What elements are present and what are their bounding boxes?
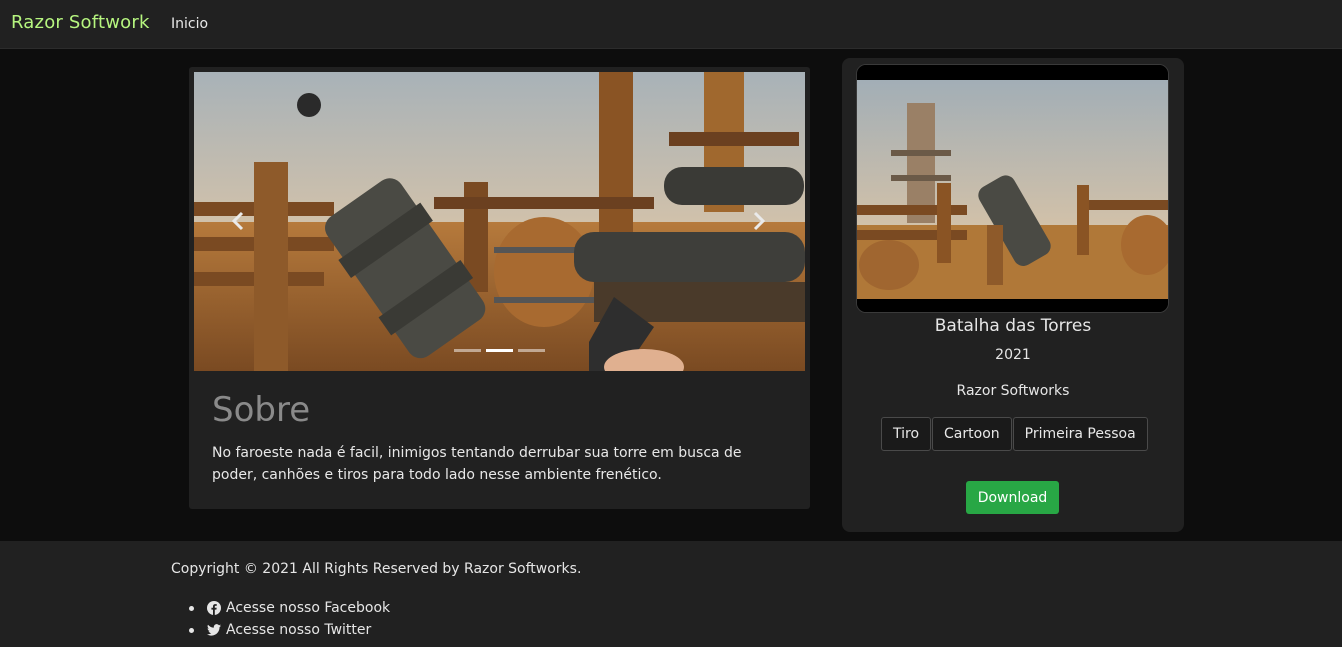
chevron-left-icon [231,211,244,231]
carousel-indicator[interactable] [518,349,545,352]
social-links: Acesse nosso Facebook Acesse nosso Twitt… [189,597,390,641]
chevron-right-icon [753,211,766,231]
twitter-icon [207,624,221,636]
twitter-link[interactable]: Acesse nosso Twitter [189,619,390,641]
footer: Copyright © 2021 All Rights Reserved by … [0,541,1342,647]
carousel-indicators [454,349,545,353]
carousel-slide-image [194,72,805,371]
carousel-indicator[interactable] [454,349,481,352]
facebook-link[interactable]: Acesse nosso Facebook [189,597,390,619]
screenshot-carousel [194,72,805,371]
game-year: 2021 [995,347,1031,363]
copyright-text: Copyright © 2021 All Rights Reserved by … [171,561,582,577]
genre-tags: Tiro Cartoon Primeira Pessoa [881,417,1149,451]
game-cover-image [856,64,1169,313]
navbar: Razor Softwork Inicio [0,0,1342,49]
carousel-next-button[interactable] [747,206,771,236]
facebook-icon [207,601,221,615]
bullet-icon [189,605,194,611]
about-text: No faroeste nada é facil, inimigos tenta… [212,445,742,483]
twitter-link-label[interactable]: Acesse nosso Twitter [226,619,371,641]
carousel-indicator-active[interactable] [486,349,513,352]
facebook-link-label[interactable]: Acesse nosso Facebook [226,597,390,619]
nav-link-inicio[interactable]: Inicio [171,16,208,32]
tag-tiro[interactable]: Tiro [881,417,932,451]
game-developer: Razor Softworks [956,383,1070,399]
tag-primeira-pessoa[interactable]: Primeira Pessoa [1012,417,1148,451]
bullet-icon [189,627,194,633]
download-button[interactable]: Download [966,481,1059,514]
game-title: Batalha das Torres [934,316,1092,336]
tag-cartoon[interactable]: Cartoon [932,417,1012,451]
brand-logo[interactable]: Razor Softwork [11,12,150,33]
about-title: Sobre [212,390,311,430]
carousel-prev-button[interactable] [226,206,250,236]
